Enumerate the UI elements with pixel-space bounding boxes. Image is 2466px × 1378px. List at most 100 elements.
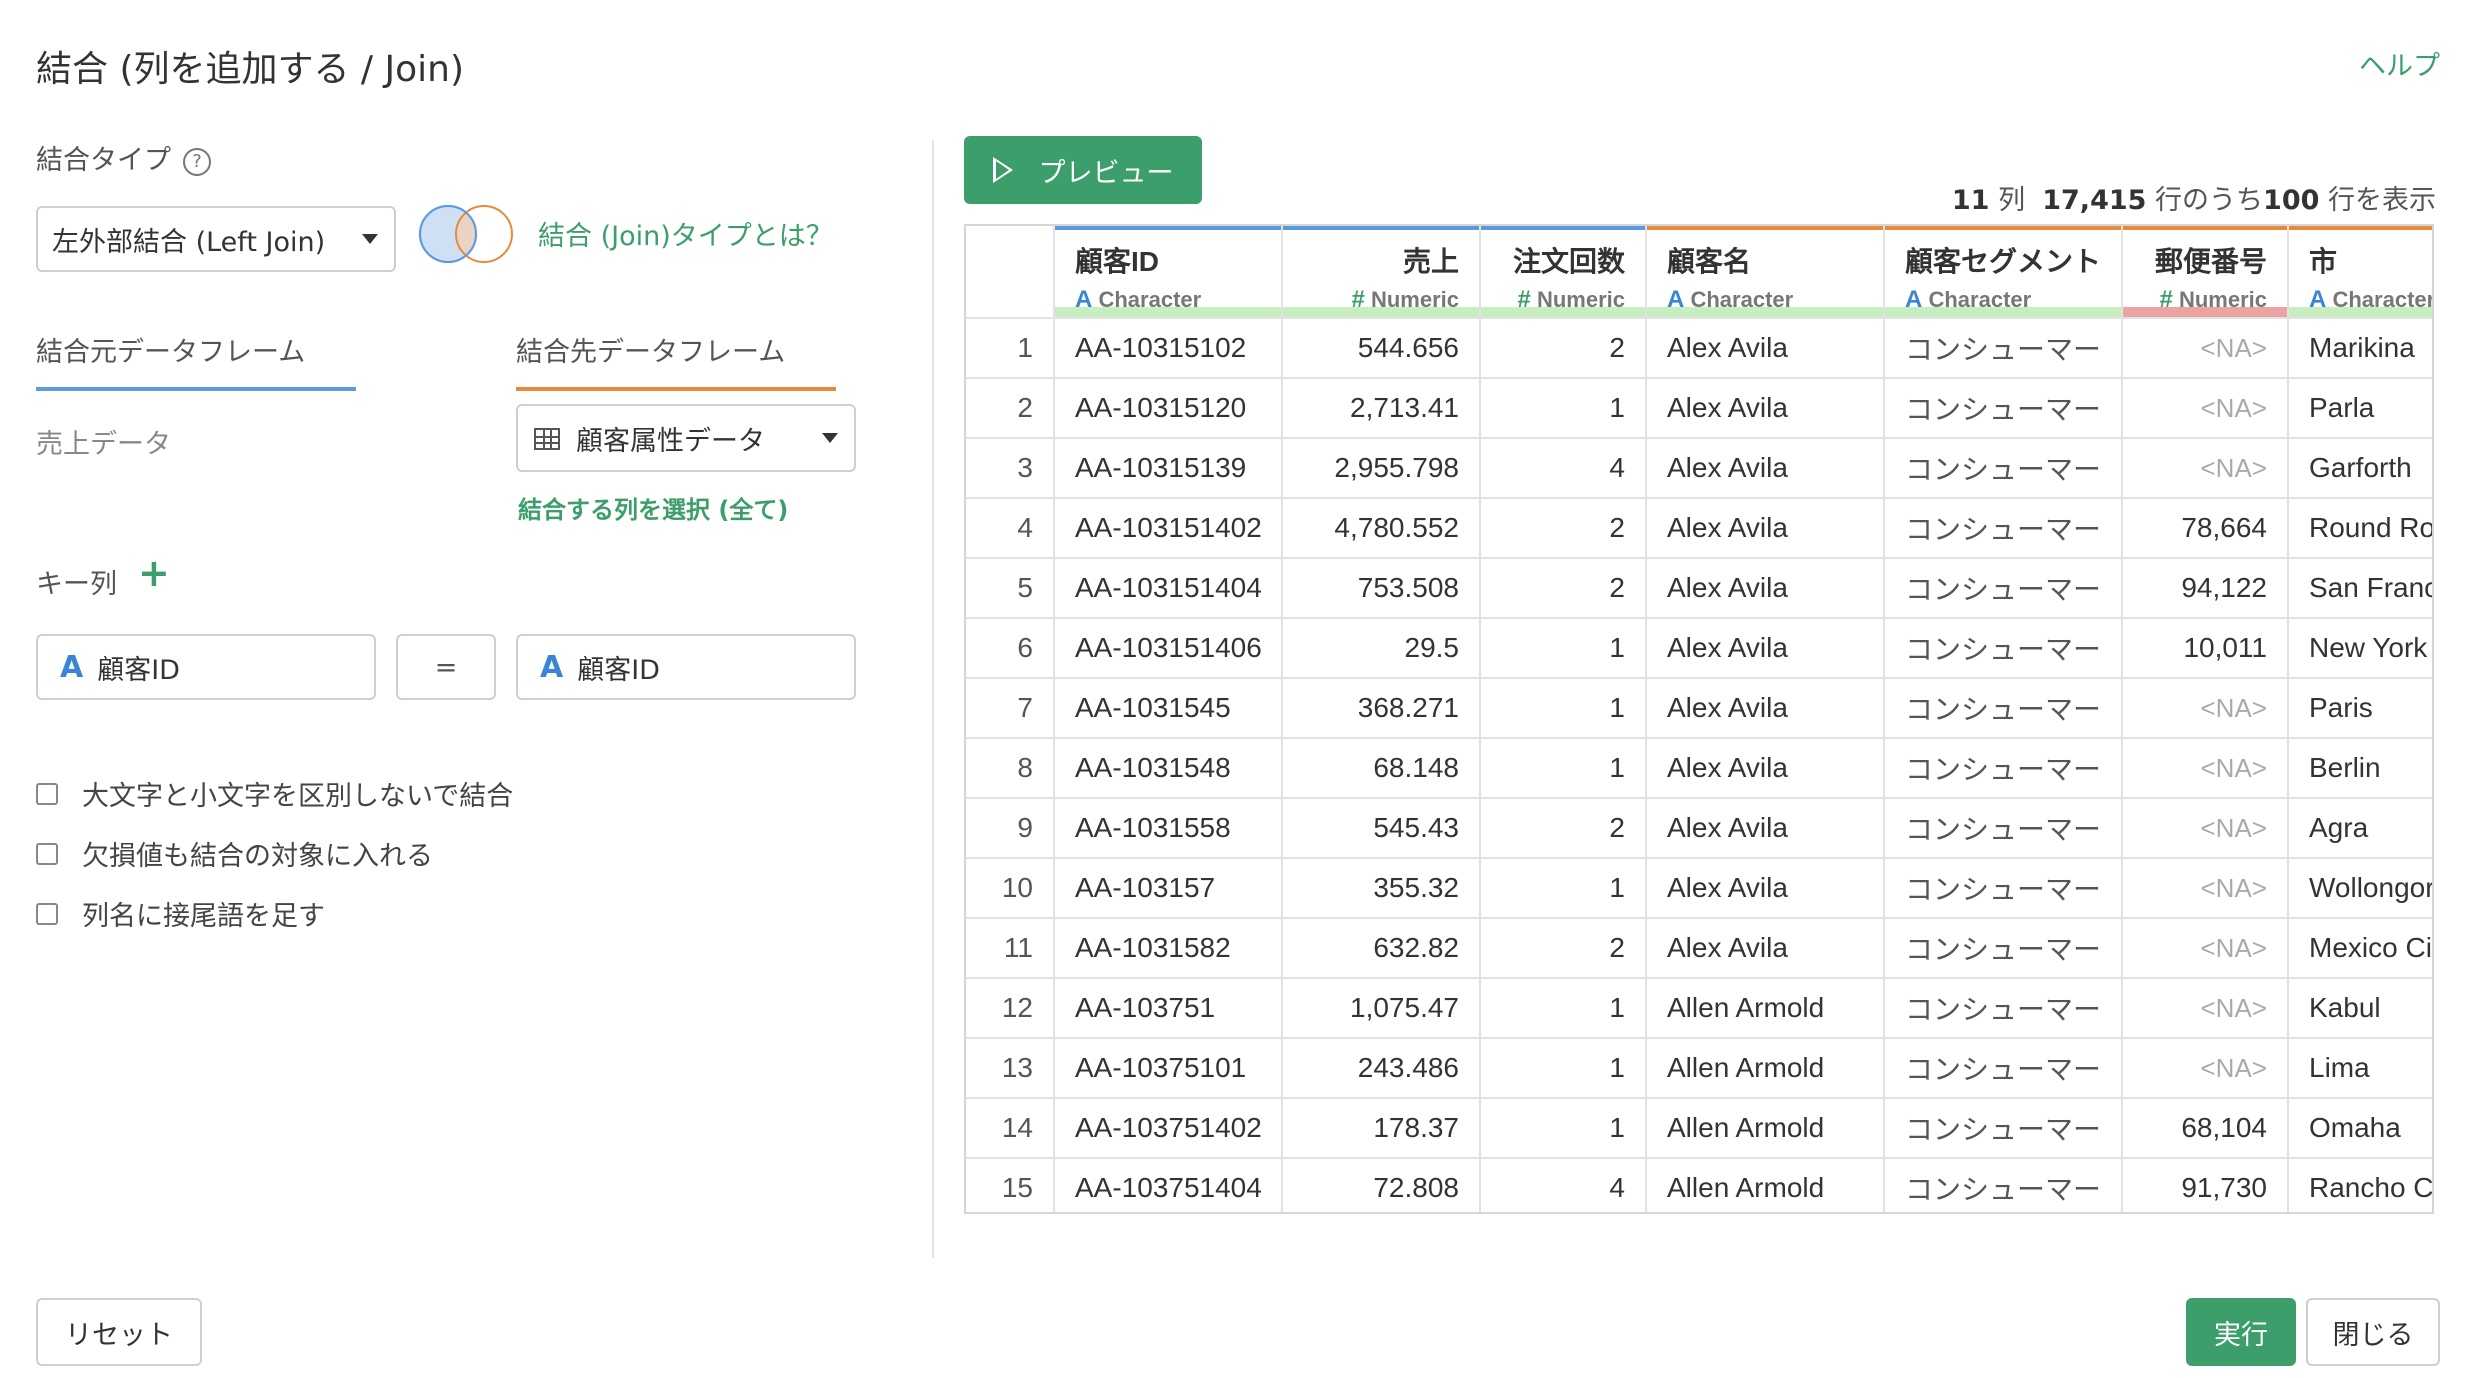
table-cell[interactable]: コンシューマー [1884, 617, 2123, 678]
table-cell[interactable]: Round Ro [2288, 497, 2432, 558]
table-cell[interactable]: Alex Avila [1646, 857, 1885, 918]
table-cell[interactable]: Alex Avila [1646, 377, 1885, 438]
table-cell[interactable]: Garforth [2288, 437, 2432, 498]
table-cell[interactable]: 1 [1480, 1037, 1647, 1098]
table-cell[interactable]: 94,122 [2122, 557, 2289, 618]
table-cell[interactable]: 368.271 [1282, 677, 1481, 738]
close-button[interactable]: 閉じる [2306, 1298, 2440, 1366]
table-cell[interactable]: 4 [1480, 437, 1647, 498]
table-cell[interactable]: Wollongor [2288, 857, 2432, 918]
preview-button[interactable]: プレビュー [964, 136, 1202, 204]
table-cell[interactable]: AA-103751 [1054, 977, 1283, 1038]
checkbox[interactable] [36, 842, 58, 865]
table-cell[interactable]: 1 [1480, 617, 1647, 678]
table-cell[interactable]: AA-10315102 [1054, 317, 1283, 378]
table-cell[interactable]: コンシューマー [1884, 557, 2123, 618]
reset-button[interactable]: リセット [36, 1298, 202, 1366]
table-cell[interactable]: 1 [1480, 1097, 1647, 1158]
table-cell[interactable]: コンシューマー [1884, 497, 2123, 558]
table-cell[interactable]: コンシューマー [1884, 1157, 2123, 1212]
checkbox[interactable] [36, 782, 58, 805]
table-cell[interactable]: 4,780.552 [1282, 497, 1481, 558]
table-cell[interactable]: <NA> [2122, 317, 2289, 378]
table-cell[interactable]: 4 [1480, 1157, 1647, 1212]
table-cell[interactable]: <NA> [2122, 977, 2289, 1038]
key-right-select[interactable]: A 顧客ID [516, 634, 856, 700]
table-cell[interactable]: AA-103151406 [1054, 617, 1283, 678]
table-cell[interactable]: コンシューマー [1884, 737, 2123, 798]
join-type-help-link[interactable]: 結合 (Join)タイプとは？ [538, 214, 833, 253]
table-cell[interactable]: 243.486 [1282, 1037, 1481, 1098]
table-cell[interactable]: 753.508 [1282, 557, 1481, 618]
table-cell[interactable]: 72.808 [1282, 1157, 1481, 1212]
table-cell[interactable]: コンシューマー [1884, 377, 2123, 438]
table-cell[interactable]: 1 [1480, 377, 1647, 438]
table-cell[interactable]: Marikina [2288, 317, 2432, 378]
table-cell[interactable]: AA-103151402 [1054, 497, 1283, 558]
table-cell[interactable]: AA-1031582 [1054, 917, 1283, 978]
table-cell[interactable]: コンシューマー [1884, 317, 2123, 378]
table-cell[interactable]: コンシューマー [1884, 1037, 2123, 1098]
table-cell[interactable]: 2,955.798 [1282, 437, 1481, 498]
table-cell[interactable]: New York [2288, 617, 2432, 678]
table-cell[interactable]: Alex Avila [1646, 797, 1885, 858]
table-cell[interactable]: AA-10315120 [1054, 377, 1283, 438]
add-key-icon[interactable]: + [138, 554, 170, 592]
table-cell[interactable]: <NA> [2122, 677, 2289, 738]
join-type-select[interactable]: 左外部結合 (Left Join) [36, 206, 396, 272]
table-cell[interactable]: コンシューマー [1884, 917, 2123, 978]
table-cell[interactable]: AA-10315139 [1054, 437, 1283, 498]
table-cell[interactable]: Alex Avila [1646, 557, 1885, 618]
table-cell[interactable]: コンシューマー [1884, 1097, 2123, 1158]
table-cell[interactable]: Allen Armold [1646, 1037, 1885, 1098]
table-cell[interactable]: <NA> [2122, 857, 2289, 918]
table-cell[interactable]: 29.5 [1282, 617, 1481, 678]
table-cell[interactable]: コンシューマー [1884, 677, 2123, 738]
table-cell[interactable]: 1 [1480, 677, 1647, 738]
column-header[interactable]: 顧客ID A Character [1054, 226, 1283, 318]
table-cell[interactable]: Paris [2288, 677, 2432, 738]
table-cell[interactable]: コンシューマー [1884, 977, 2123, 1038]
preview-table[interactable]: 顧客ID A Character 売上 # Numeric 注文回数 # Numeric 顧… [964, 224, 2434, 1214]
column-header[interactable]: 市A Character [2288, 226, 2432, 318]
table-cell[interactable]: Parla [2288, 377, 2432, 438]
key-left-select[interactable]: A 顧客ID [36, 634, 376, 700]
table-cell[interactable]: 544.656 [1282, 317, 1481, 378]
table-cell[interactable]: Allen Armold [1646, 1157, 1885, 1212]
table-cell[interactable]: AA-1031545 [1054, 677, 1283, 738]
table-cell[interactable]: AA-10375101 [1054, 1037, 1283, 1098]
table-cell[interactable]: 68,104 [2122, 1097, 2289, 1158]
table-cell[interactable]: コンシューマー [1884, 797, 2123, 858]
table-cell[interactable]: 2 [1480, 917, 1647, 978]
table-cell[interactable]: 2 [1480, 317, 1647, 378]
table-cell[interactable]: Omaha [2288, 1097, 2432, 1158]
table-cell[interactable]: Alex Avila [1646, 617, 1885, 678]
table-cell[interactable]: AA-103151404 [1054, 557, 1283, 618]
table-cell[interactable]: Berlin [2288, 737, 2432, 798]
column-header[interactable]: 注文回数 # Numeric [1480, 226, 1647, 318]
table-cell[interactable]: Alex Avila [1646, 737, 1885, 798]
table-cell[interactable]: Allen Armold [1646, 1097, 1885, 1158]
table-cell[interactable]: AA-103751404 [1054, 1157, 1283, 1212]
table-cell[interactable]: <NA> [2122, 377, 2289, 438]
table-cell[interactable]: AA-1031558 [1054, 797, 1283, 858]
table-cell[interactable]: San Franc [2288, 557, 2432, 618]
table-cell[interactable]: 632.82 [1282, 917, 1481, 978]
table-cell[interactable]: 68.148 [1282, 737, 1481, 798]
table-cell[interactable]: 1 [1480, 857, 1647, 918]
table-cell[interactable]: 91,730 [2122, 1157, 2289, 1212]
column-header[interactable]: 顧客セグメント A Character [1884, 226, 2123, 318]
table-cell[interactable]: Alex Avila [1646, 437, 1885, 498]
table-cell[interactable]: 78,664 [2122, 497, 2289, 558]
option-ignore-case[interactable]: 大文字と小文字を区別しないで結合 [36, 774, 513, 813]
table-cell[interactable]: Kabul [2288, 977, 2432, 1038]
table-cell[interactable]: 545.43 [1282, 797, 1481, 858]
option-include-na[interactable]: 欠損値も結合の対象に入れる [36, 834, 433, 873]
table-cell[interactable]: Alex Avila [1646, 497, 1885, 558]
table-cell[interactable]: コンシューマー [1884, 857, 2123, 918]
run-button[interactable]: 実行 [2186, 1298, 2296, 1366]
table-cell[interactable]: Alex Avila [1646, 317, 1885, 378]
table-cell[interactable]: Mexico Ci [2288, 917, 2432, 978]
table-cell[interactable]: コンシューマー [1884, 437, 2123, 498]
table-cell[interactable]: <NA> [2122, 737, 2289, 798]
